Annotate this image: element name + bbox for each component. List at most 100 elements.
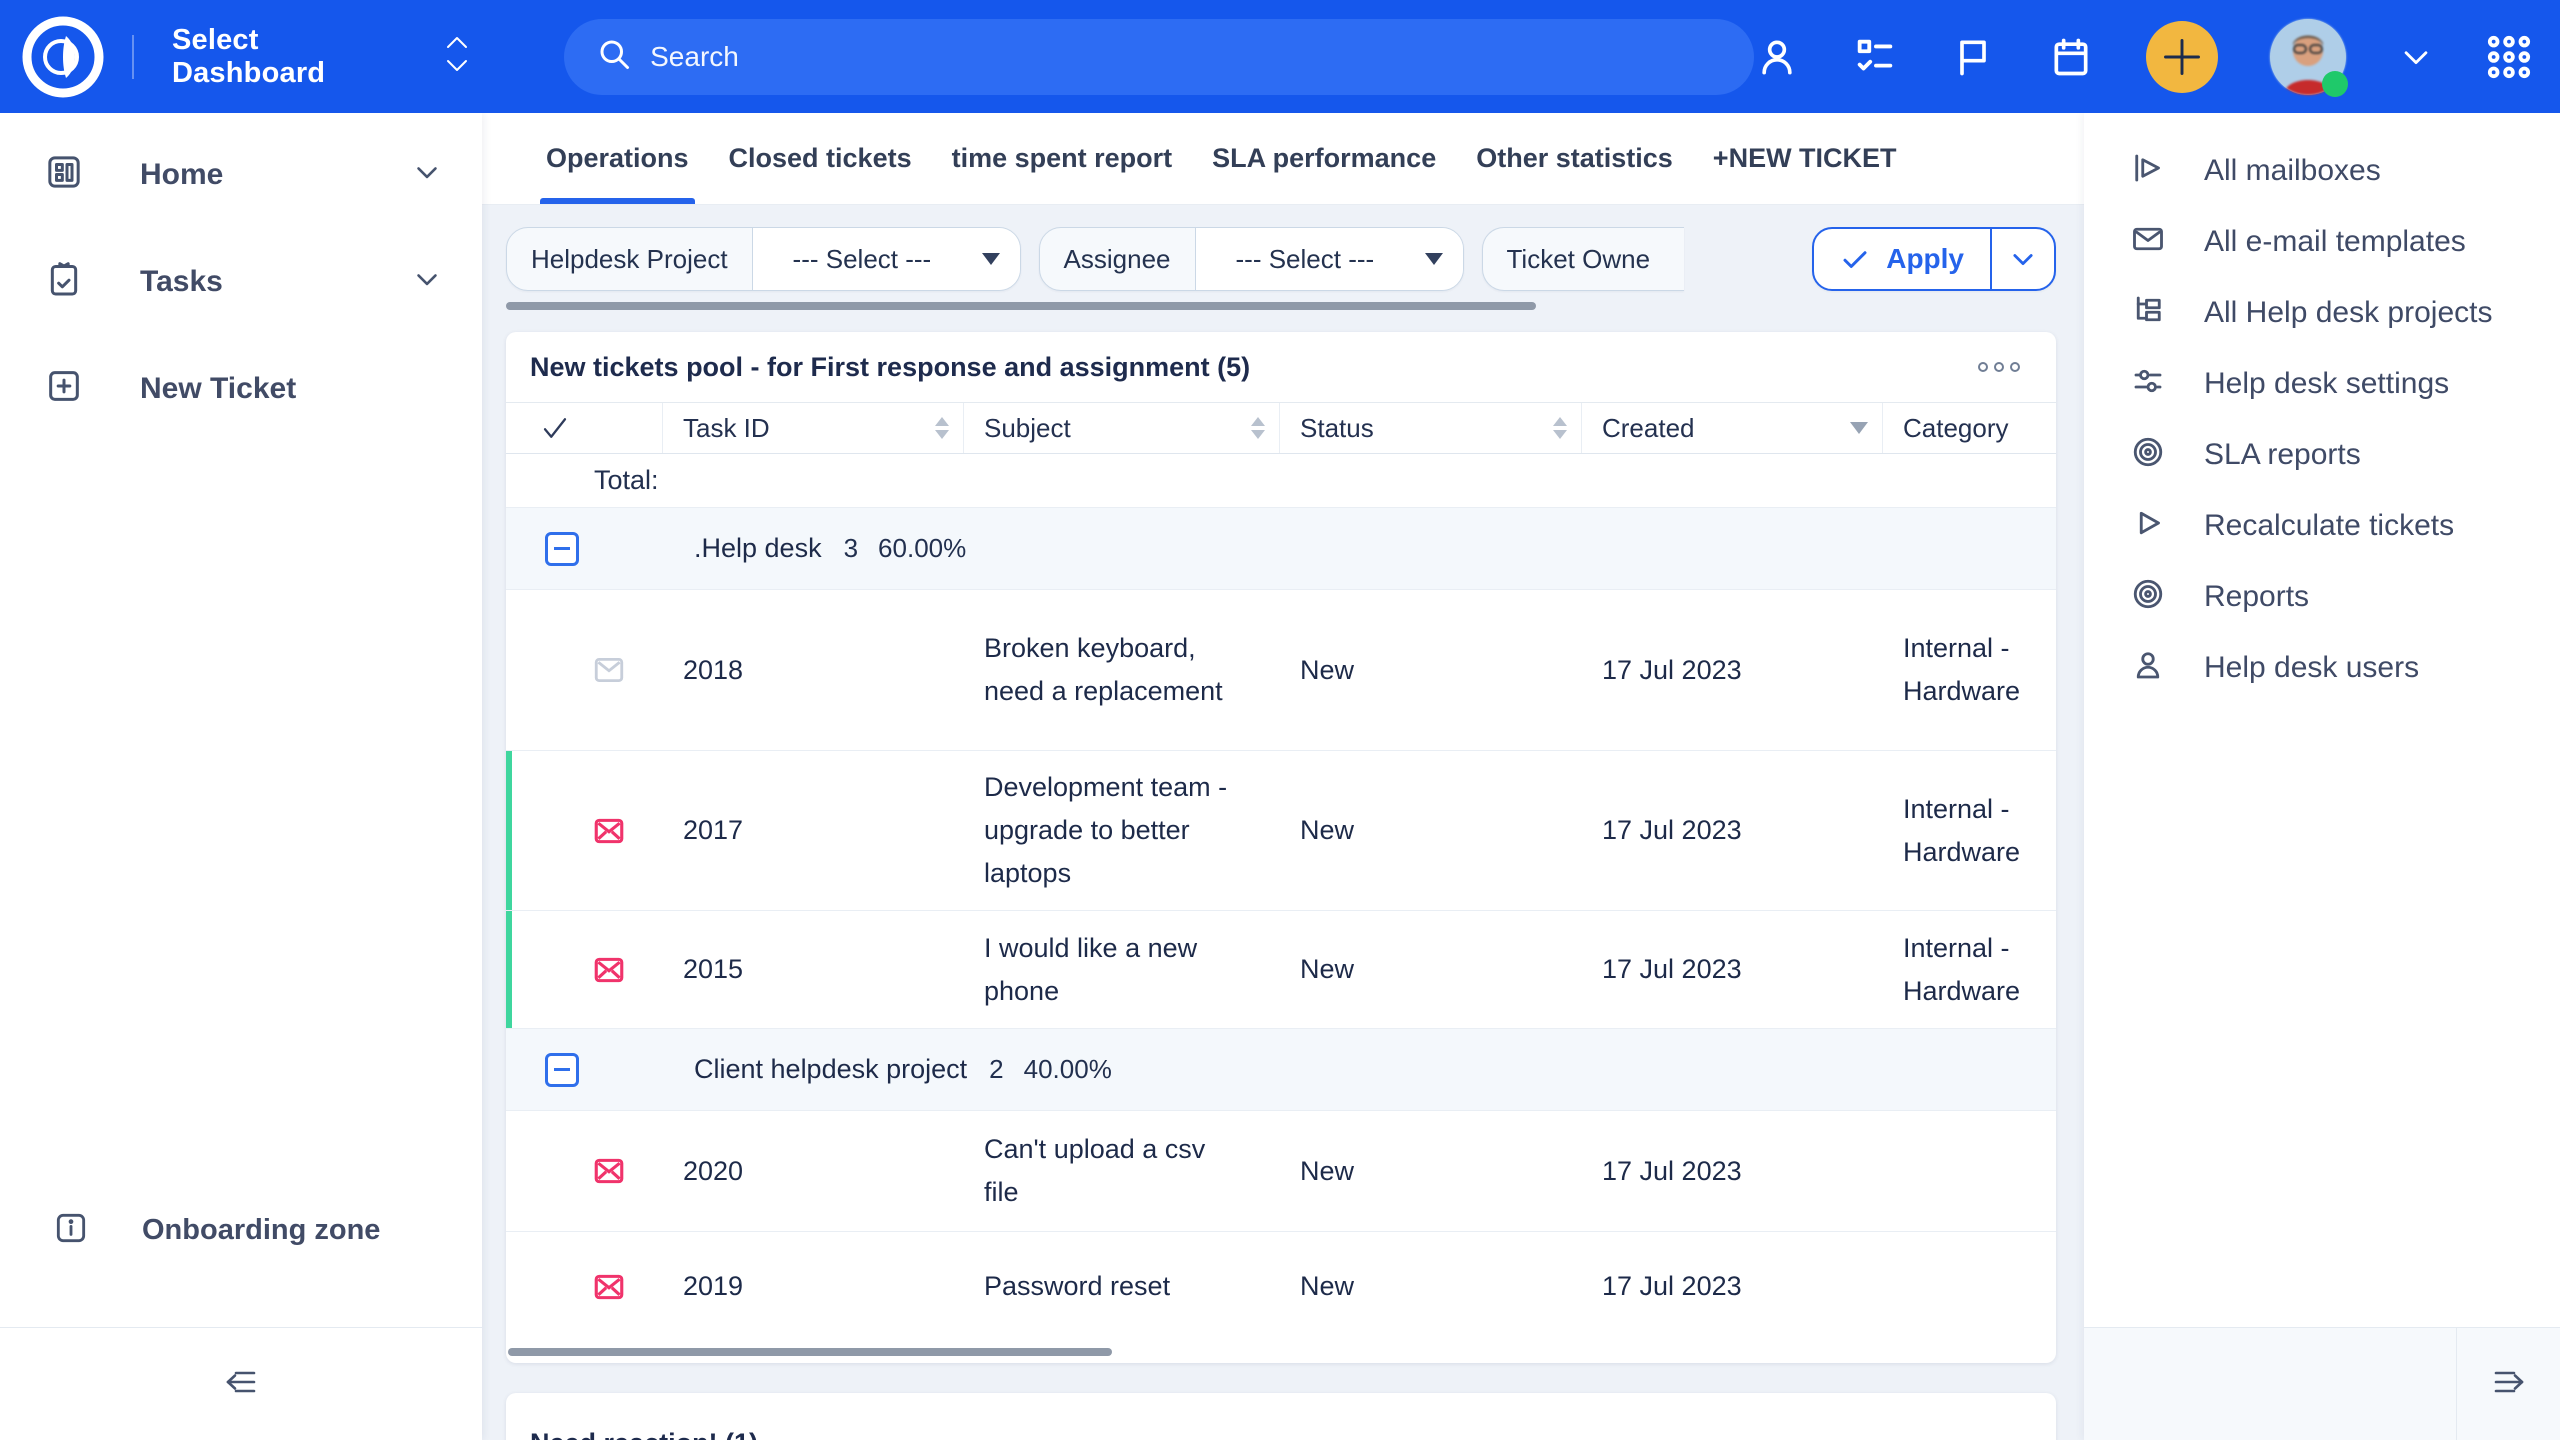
sidebar-item-onboarding-zone[interactable]: Onboarding zone bbox=[0, 1190, 482, 1270]
column-task-id[interactable]: Task ID bbox=[663, 403, 964, 453]
rs-item-label: Reports bbox=[2204, 580, 2309, 614]
column-select[interactable] bbox=[506, 403, 663, 453]
rs-item-all-helpdesk-projects[interactable]: All Help desk projects bbox=[2084, 277, 2560, 348]
column-category[interactable]: Category bbox=[1883, 403, 2056, 453]
cell-created: 17 Jul 2023 bbox=[1582, 751, 1883, 910]
target-icon bbox=[2130, 576, 2166, 617]
plus-square-icon bbox=[44, 366, 84, 411]
rs-item-label: Help desk settings bbox=[2204, 367, 2449, 401]
panel-title: New tickets pool - for First response an… bbox=[530, 352, 1250, 383]
filter-label: Helpdesk Project bbox=[507, 228, 752, 290]
tab-closed-tickets[interactable]: Closed tickets bbox=[709, 113, 932, 204]
column-created[interactable]: Created bbox=[1582, 403, 1883, 453]
sidebar-footer bbox=[0, 1327, 482, 1440]
rs-item-label: Recalculate tickets bbox=[2204, 509, 2454, 543]
horizontal-scrollbar[interactable] bbox=[506, 302, 1536, 310]
hierarchy-icon bbox=[2130, 292, 2166, 333]
table-header: Task ID Subject Status Created Category bbox=[506, 402, 2056, 454]
column-subject[interactable]: Subject bbox=[964, 403, 1280, 453]
envelope-unread-icon bbox=[592, 953, 626, 987]
sidebar-item-home[interactable]: Home bbox=[0, 121, 482, 228]
group-row-client-helpdesk[interactable]: Client helpdesk project 2 40.00% bbox=[506, 1029, 2056, 1111]
rs-item-all-email-templates[interactable]: All e-mail templates bbox=[2084, 206, 2560, 277]
sidebar-item-new-ticket[interactable]: New Ticket bbox=[0, 335, 482, 442]
rs-item-label: All e-mail templates bbox=[2204, 225, 2466, 259]
apply-label: Apply bbox=[1886, 243, 1964, 275]
cell-task-id: 2018 bbox=[663, 590, 964, 750]
sidebar-item-tasks[interactable]: Tasks bbox=[0, 228, 482, 335]
tab-other-statistics[interactable]: Other statistics bbox=[1456, 113, 1693, 204]
need-reaction-panel: Need reaction! (1) bbox=[506, 1393, 2056, 1440]
flag-icon[interactable] bbox=[1950, 34, 1996, 80]
apply-button[interactable]: Apply bbox=[1814, 229, 1992, 289]
sort-desc-icon[interactable] bbox=[1850, 422, 1868, 434]
rs-item-sla-reports[interactable]: SLA reports bbox=[2084, 419, 2560, 490]
assignee-select[interactable]: --- Select --- bbox=[1195, 228, 1463, 290]
cell-created: 17 Jul 2023 bbox=[1582, 590, 1883, 750]
search-input[interactable]: Search bbox=[564, 19, 1754, 95]
column-status[interactable]: Status bbox=[1280, 403, 1582, 453]
app-logo[interactable] bbox=[20, 14, 106, 100]
rs-item-all-mailboxes[interactable]: All mailboxes bbox=[2084, 135, 2560, 206]
envelope-unread-icon bbox=[592, 1154, 626, 1188]
cell-created: 17 Jul 2023 bbox=[1582, 1111, 1883, 1231]
sidebar-item-label: Onboarding zone bbox=[142, 1214, 380, 1247]
search-icon bbox=[596, 36, 632, 77]
helpdesk-project-select[interactable]: --- Select --- bbox=[752, 228, 1020, 290]
tab-new-ticket[interactable]: +NEW TICKET bbox=[1693, 113, 1917, 204]
cell-status: New bbox=[1280, 1111, 1582, 1231]
cell-task-id: 2017 bbox=[663, 751, 964, 910]
chevron-down-icon[interactable] bbox=[2398, 34, 2434, 80]
table-row[interactable]: 2018 Broken keyboard, need a replacement… bbox=[506, 590, 2056, 751]
tasks-icon bbox=[44, 259, 84, 304]
table-row[interactable]: 2017 Development team - upgrade to bette… bbox=[506, 751, 2056, 911]
tab-operations[interactable]: Operations bbox=[526, 113, 709, 204]
dashboard-selector[interactable]: Select Dashboard bbox=[172, 24, 472, 90]
panel-menu-icon[interactable] bbox=[1970, 354, 2028, 380]
table-row[interactable]: 2015 I would like a new phone New 17 Jul… bbox=[506, 911, 2056, 1029]
collapse-group-icon[interactable] bbox=[545, 1053, 579, 1087]
rs-item-reports[interactable]: Reports bbox=[2084, 561, 2560, 632]
user-icon[interactable] bbox=[1754, 34, 1800, 80]
collapse-group-icon[interactable] bbox=[545, 532, 579, 566]
tab-sla-performance[interactable]: SLA performance bbox=[1192, 113, 1456, 204]
filter-label: Assignee bbox=[1040, 228, 1195, 290]
sort-icon[interactable] bbox=[1553, 417, 1567, 439]
sort-carets-icon bbox=[442, 31, 472, 82]
dropdown-arrow-icon bbox=[982, 253, 1000, 265]
filter-helpdesk-project: Helpdesk Project --- Select --- bbox=[506, 227, 1021, 291]
apply-dropdown-button[interactable] bbox=[1992, 229, 2054, 289]
check-icon bbox=[1840, 244, 1870, 274]
cell-subject: Password reset bbox=[964, 1232, 1280, 1341]
panel-scrollbar[interactable] bbox=[508, 1348, 1112, 1356]
sort-icon[interactable] bbox=[935, 417, 949, 439]
expand-sidebar-icon[interactable] bbox=[2486, 1359, 2532, 1410]
rs-item-helpdesk-settings[interactable]: Help desk settings bbox=[2084, 348, 2560, 419]
right-sidebar-footer bbox=[2084, 1327, 2560, 1440]
group-percent: 60.00% bbox=[878, 533, 966, 564]
sort-icon[interactable] bbox=[1251, 417, 1265, 439]
add-button[interactable] bbox=[2146, 21, 2218, 93]
tab-time-spent-report[interactable]: time spent report bbox=[932, 113, 1193, 204]
rs-item-helpdesk-users[interactable]: Help desk users bbox=[2084, 632, 2560, 703]
chevron-down-icon[interactable] bbox=[410, 262, 444, 301]
topbar-divider bbox=[132, 35, 134, 79]
checklist-icon[interactable] bbox=[1852, 34, 1898, 80]
total-row: Total: bbox=[506, 454, 2056, 508]
apps-grid-icon[interactable] bbox=[2486, 34, 2532, 80]
cell-task-id: 2019 bbox=[663, 1232, 964, 1341]
calendar-icon[interactable] bbox=[2048, 34, 2094, 80]
rs-item-recalculate-tickets[interactable]: Recalculate tickets bbox=[2084, 490, 2560, 561]
chevron-down-icon[interactable] bbox=[410, 155, 444, 194]
envelope-read-icon bbox=[592, 653, 626, 687]
table-row[interactable]: 2019 Password reset New 17 Jul 2023 bbox=[506, 1232, 2056, 1341]
cell-task-id: 2020 bbox=[663, 1111, 964, 1231]
tabs-bar: Operations Closed tickets time spent rep… bbox=[482, 113, 2084, 205]
avatar[interactable] bbox=[2270, 19, 2346, 95]
collapse-sidebar-icon[interactable] bbox=[218, 1359, 264, 1410]
table-row[interactable]: 2020 Can't upload a csv file New 17 Jul … bbox=[506, 1111, 2056, 1232]
panel-menu-icon[interactable] bbox=[1970, 1433, 2028, 1440]
left-sidebar: Home Tasks New Ticket bbox=[0, 113, 482, 1440]
rs-item-label: Help desk users bbox=[2204, 651, 2419, 685]
group-row-help-desk[interactable]: .Help desk 3 60.00% bbox=[506, 508, 2056, 590]
